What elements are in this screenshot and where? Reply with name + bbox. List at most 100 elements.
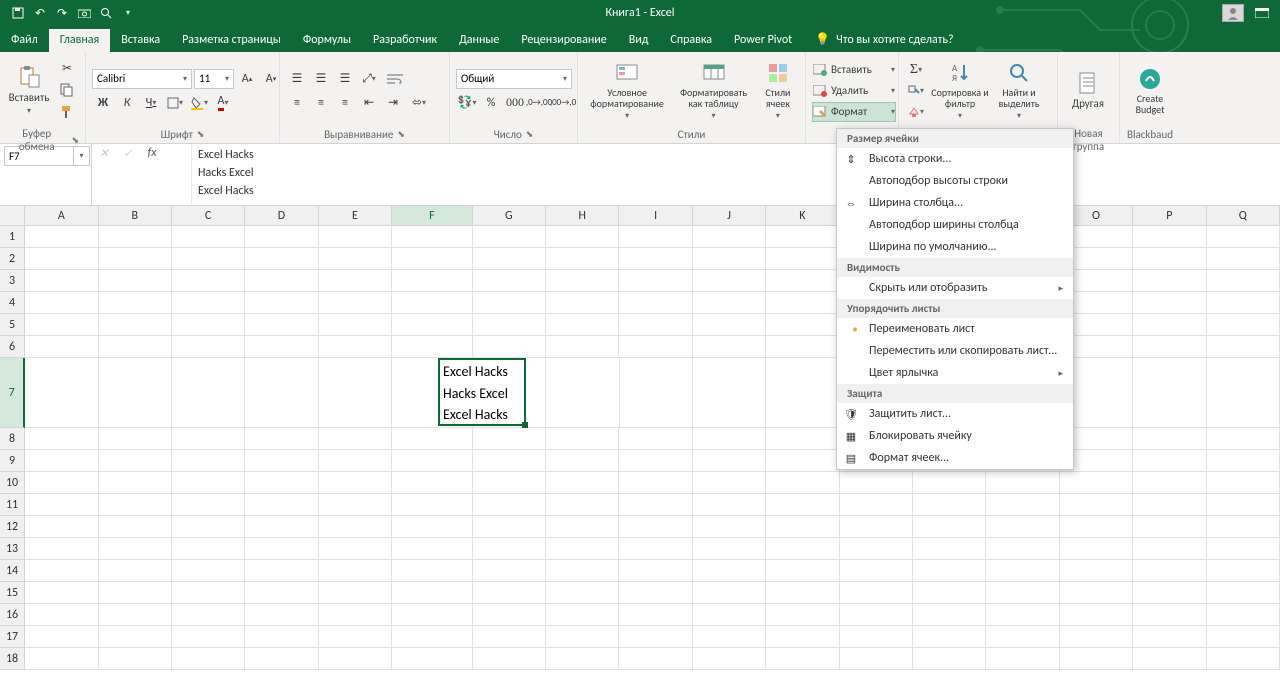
cell[interactable]	[913, 516, 986, 538]
tab-help[interactable]: Справка	[659, 29, 723, 52]
cell[interactable]	[319, 626, 392, 648]
cell[interactable]	[1133, 358, 1206, 428]
cell[interactable]	[319, 538, 392, 560]
tab-file[interactable]: Файл	[0, 29, 49, 52]
cell[interactable]	[245, 336, 318, 358]
orientation-icon[interactable]: ⤢▾	[358, 69, 380, 89]
cell[interactable]	[172, 314, 245, 336]
cell[interactable]	[546, 582, 619, 604]
column-header[interactable]: D	[245, 206, 318, 225]
cell[interactable]	[986, 560, 1059, 582]
dialog-launcher-icon[interactable]: ⬊	[526, 129, 534, 140]
cell[interactable]	[619, 336, 692, 358]
border-icon[interactable]: ▾	[164, 93, 186, 113]
cell[interactable]	[840, 472, 913, 494]
dialog-launcher-icon[interactable]: ⬊	[397, 129, 405, 140]
cell[interactable]	[766, 428, 839, 450]
cell[interactable]	[1207, 226, 1280, 248]
cell[interactable]	[546, 560, 619, 582]
cell[interactable]	[986, 582, 1059, 604]
cell[interactable]	[986, 604, 1059, 626]
cell[interactable]	[172, 450, 245, 472]
font-size-combo[interactable]: 11▾	[194, 69, 234, 89]
cell[interactable]	[245, 270, 318, 292]
cell[interactable]	[99, 428, 172, 450]
wrap-text-icon[interactable]	[382, 69, 408, 89]
cell[interactable]	[172, 336, 245, 358]
row-header[interactable]: 6	[0, 336, 25, 358]
row-header[interactable]: 3	[0, 270, 25, 292]
cell[interactable]	[99, 292, 172, 314]
cell[interactable]	[840, 648, 913, 670]
format-as-table-button[interactable]: Форматировать как таблицу▾	[674, 55, 753, 127]
cell[interactable]	[546, 226, 619, 248]
cell[interactable]	[473, 292, 546, 314]
cell[interactable]	[99, 226, 172, 248]
cell[interactable]	[693, 226, 766, 248]
cell[interactable]	[766, 604, 839, 626]
cell[interactable]	[693, 428, 766, 450]
cell[interactable]	[840, 560, 913, 582]
align-left-icon[interactable]: ≡	[286, 93, 308, 113]
row-header[interactable]: 2	[0, 248, 25, 270]
cell[interactable]	[25, 336, 98, 358]
row-header[interactable]: 13	[0, 538, 25, 560]
cell[interactable]	[172, 648, 245, 670]
cell[interactable]	[693, 626, 766, 648]
decrease-indent-icon[interactable]: ⇤	[358, 93, 380, 113]
active-cell[interactable]: Excel Hacks Hacks Excel Excel Hacks	[438, 358, 526, 426]
cell[interactable]	[99, 604, 172, 626]
cell[interactable]	[172, 582, 245, 604]
cell[interactable]	[172, 626, 245, 648]
cell[interactable]	[766, 538, 839, 560]
cell[interactable]	[245, 582, 318, 604]
cell[interactable]	[245, 472, 318, 494]
cell[interactable]	[1207, 516, 1280, 538]
cell[interactable]	[840, 516, 913, 538]
cell[interactable]	[392, 248, 473, 270]
cell[interactable]	[766, 494, 839, 516]
cell[interactable]	[766, 648, 839, 670]
cell[interactable]	[546, 428, 619, 450]
cell[interactable]	[1133, 516, 1206, 538]
cell[interactable]	[1207, 604, 1280, 626]
row-header[interactable]: 16	[0, 604, 25, 626]
row-header[interactable]: 15	[0, 582, 25, 604]
column-header[interactable]: K	[766, 206, 839, 225]
cell[interactable]	[319, 582, 392, 604]
cell[interactable]	[546, 270, 619, 292]
column-header[interactable]: J	[693, 206, 766, 225]
cell[interactable]	[1133, 626, 1206, 648]
cell[interactable]	[619, 582, 692, 604]
cell[interactable]	[99, 358, 172, 428]
cell[interactable]	[766, 450, 839, 472]
cell[interactable]	[619, 648, 692, 670]
cell[interactable]	[392, 428, 473, 450]
cell[interactable]	[25, 472, 98, 494]
cell[interactable]	[1207, 358, 1280, 428]
row-header[interactable]: 4	[0, 292, 25, 314]
cell[interactable]	[546, 336, 619, 358]
cell[interactable]	[319, 226, 392, 248]
redo-icon[interactable]: ↷	[52, 3, 72, 23]
cell[interactable]	[913, 472, 986, 494]
cell[interactable]	[392, 494, 473, 516]
cell[interactable]	[840, 582, 913, 604]
cell[interactable]	[172, 428, 245, 450]
fill-color-icon[interactable]: ▾	[188, 93, 210, 113]
cell[interactable]	[619, 538, 692, 560]
dialog-launcher-icon[interactable]: ⬊	[197, 129, 205, 140]
cell[interactable]	[245, 226, 318, 248]
cell[interactable]	[25, 648, 98, 670]
cell[interactable]	[1060, 472, 1133, 494]
cell[interactable]	[913, 626, 986, 648]
cell[interactable]	[473, 226, 546, 248]
cell[interactable]	[1133, 604, 1206, 626]
avatar[interactable]	[1222, 4, 1244, 22]
bold-button[interactable]: Ж	[92, 93, 114, 113]
cell[interactable]	[25, 494, 98, 516]
row-header[interactable]: 8	[0, 428, 25, 450]
cell[interactable]	[473, 472, 546, 494]
enter-formula-icon[interactable]: ✓	[116, 146, 140, 161]
cell[interactable]	[319, 604, 392, 626]
